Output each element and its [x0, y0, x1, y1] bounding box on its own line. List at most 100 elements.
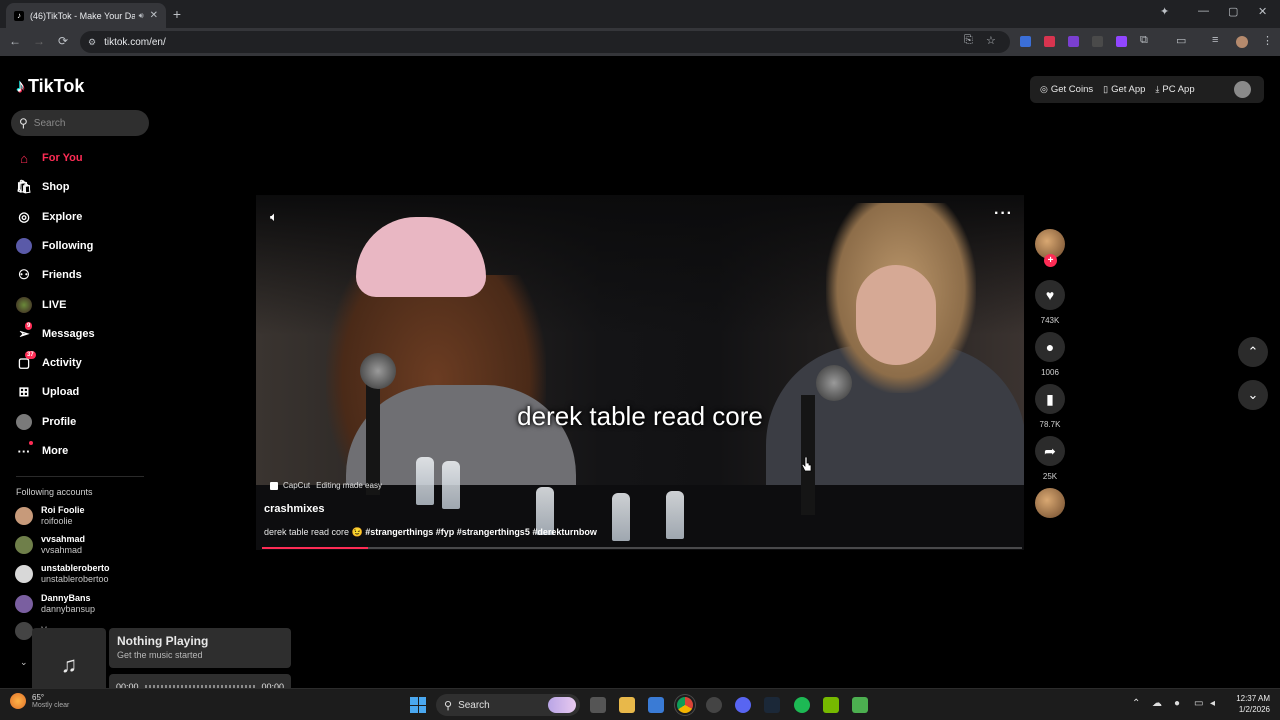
- share-icon: ➦: [1044, 442, 1056, 459]
- forward-button[interactable]: →: [32, 34, 46, 48]
- extensions-puzzle-icon[interactable]: ⧉: [1140, 34, 1148, 47]
- sidebar-item-friends[interactable]: ⚇ Friends: [16, 266, 82, 284]
- following-account[interactable]: unstableroberto unstablerobertoo: [15, 563, 110, 585]
- browser-menu-icon[interactable]: ⋮: [1262, 34, 1273, 47]
- music-widget-info[interactable]: Nothing Playing Get the music started: [109, 628, 291, 668]
- download-icon: ⤓: [1155, 84, 1160, 94]
- media-control-icon[interactable]: ≡: [1212, 34, 1218, 46]
- following-account[interactable]: vvsahmad vvsahmad: [15, 534, 85, 556]
- like-button[interactable]: ♥: [1035, 280, 1065, 310]
- account-avatar: [15, 594, 33, 613]
- chrome-icon[interactable]: [677, 697, 693, 713]
- windows-start-icon[interactable]: [410, 697, 426, 713]
- account-text: unstableroberto unstablerobertoo: [41, 563, 110, 585]
- sidebar-item-profile[interactable]: Profile: [16, 413, 76, 431]
- search-input[interactable]: ⚲ Search: [11, 110, 149, 136]
- sidepanel-icon[interactable]: ▭: [1176, 34, 1186, 47]
- sidebar-item-live[interactable]: LIVE: [16, 296, 66, 314]
- save-button[interactable]: ▮: [1035, 384, 1065, 414]
- video-player[interactable]: derek table read core 🔈︎ ··· CapCut Edit…: [256, 195, 1024, 550]
- pc-app-button[interactable]: ⤓ PC App: [1155, 84, 1194, 95]
- install-app-icon[interactable]: ⎘: [964, 34, 973, 47]
- account-handle: roifoolie: [41, 516, 73, 526]
- task-view-icon[interactable]: [590, 697, 606, 713]
- mic-icon[interactable]: ●: [1174, 698, 1180, 709]
- back-button[interactable]: ←: [8, 34, 22, 48]
- address-bar[interactable]: ⚙ tiktok.com/en/: [80, 31, 1010, 53]
- bag-icon: 🛍︎: [15, 179, 33, 195]
- maximize-button[interactable]: ▢: [1228, 5, 1238, 18]
- following-account[interactable]: DannyBans dannybansup: [15, 593, 95, 615]
- pc-app-label: PC App: [1162, 84, 1195, 95]
- sidebar-item-upload[interactable]: ⊞ Upload: [16, 383, 80, 401]
- spotify-icon[interactable]: [794, 697, 810, 713]
- account-handle: vvsahmad: [41, 545, 83, 556]
- sidebar-item-more[interactable]: ··· More: [16, 441, 68, 460]
- network-icon[interactable]: ▭: [1194, 698, 1203, 709]
- extension-3-icon[interactable]: [1068, 36, 1079, 47]
- file-explorer-icon[interactable]: [619, 697, 635, 713]
- weather-widget[interactable]: 65° Mostly clear: [10, 693, 69, 709]
- discord-icon[interactable]: [735, 697, 751, 713]
- top-right-actions: ◎ Get Coins ▯ Get App ⤓ PC App: [1030, 76, 1264, 103]
- volume-icon[interactable]: 🔈︎: [270, 209, 278, 225]
- sidebar-item-activity[interactable]: ▢ 37 Activity: [16, 351, 82, 372]
- video-more-icon[interactable]: ···: [994, 205, 1013, 223]
- more-dot-indicator: [29, 441, 33, 445]
- extension-1-icon[interactable]: [1020, 36, 1031, 47]
- twitch-extension-icon[interactable]: [1116, 36, 1127, 47]
- close-window-button[interactable]: ✕: [1258, 5, 1267, 18]
- extension-2-icon[interactable]: [1044, 36, 1055, 47]
- next-video-button[interactable]: ⌄: [1238, 380, 1268, 410]
- app-icon[interactable]: [706, 697, 722, 713]
- tab-audio-icon[interactable]: 🔊︎: [139, 11, 144, 21]
- site-info-icon[interactable]: ⚙: [88, 37, 96, 48]
- taskbar-clock[interactable]: 12:37 AM 1/2/2026: [1222, 693, 1270, 715]
- following-account[interactable]: Roi Foolie roifoolie: [15, 505, 85, 527]
- follow-plus-icon[interactable]: +: [1044, 254, 1057, 267]
- video-progress-fill: [262, 547, 369, 549]
- sidebar-item-messages[interactable]: ➢ 9 Messages: [16, 321, 95, 343]
- video-bottle: [666, 491, 684, 539]
- store-icon[interactable]: [648, 697, 664, 713]
- new-tab-button[interactable]: +: [170, 6, 184, 22]
- sidebar-item-for-you[interactable]: ⌂ For You: [16, 149, 83, 167]
- share-button[interactable]: ➦: [1035, 436, 1065, 466]
- tab-close-icon[interactable]: ✕: [150, 10, 158, 21]
- sidebar-item-shop[interactable]: 🛍︎ Shop: [16, 178, 70, 196]
- browser-toolbar: ← → ⟳ ⚙ tiktok.com/en/ ⎘ ☆ ⧉ ▭ ≡ ⋮: [0, 28, 1280, 56]
- browser-tab[interactable]: ♪ (46)TikTok - Make Your Day 🔊︎ ✕: [6, 3, 166, 28]
- bookmark-icon: ▮: [1046, 390, 1054, 407]
- video-progress-bar[interactable]: [262, 547, 1022, 549]
- previous-video-button[interactable]: ⌃: [1238, 337, 1268, 367]
- tiktok-logo[interactable]: ♪ TikTok: [16, 76, 84, 97]
- nvidia-icon[interactable]: [823, 697, 839, 713]
- browser-profile-avatar[interactable]: [1236, 36, 1248, 48]
- comment-button[interactable]: ●: [1035, 332, 1065, 362]
- taskbar-search[interactable]: ⚲ Search: [436, 694, 580, 716]
- video-mic-left: [360, 353, 396, 389]
- minimize-button[interactable]: —: [1198, 5, 1209, 17]
- capcut-tag[interactable]: CapCut Editing made easy: [270, 481, 382, 490]
- sidebar-item-following[interactable]: Following: [16, 237, 93, 255]
- get-app-label: Get App: [1111, 84, 1146, 95]
- tray-overflow-chevron-icon[interactable]: ⌃: [1132, 698, 1140, 709]
- get-app-button[interactable]: ▯ Get App: [1103, 84, 1145, 95]
- speaker-icon[interactable]: ◂: [1210, 698, 1215, 709]
- profile-avatar[interactable]: [1234, 81, 1251, 98]
- get-coins-button[interactable]: ◎ Get Coins: [1040, 84, 1093, 95]
- minecraft-icon[interactable]: [852, 697, 868, 713]
- reload-button[interactable]: ⟳: [56, 34, 70, 48]
- bookmark-star-icon[interactable]: ☆: [986, 34, 996, 47]
- steam-icon[interactable]: [764, 697, 780, 713]
- onedrive-icon[interactable]: ☁: [1152, 698, 1162, 709]
- video-author[interactable]: crashmixes: [264, 503, 325, 515]
- sound-disc-avatar[interactable]: [1035, 488, 1065, 518]
- extension-4-icon[interactable]: [1092, 36, 1103, 47]
- see-more-chevron-icon[interactable]: ⌄: [20, 657, 28, 668]
- description-hashtags[interactable]: #strangerthings #fyp #strangerthings5 #d…: [365, 527, 597, 537]
- taskbar-search-label: Search: [458, 699, 490, 711]
- gemini-icon[interactable]: ✦: [1160, 5, 1169, 18]
- sidebar-item-explore[interactable]: ◎ Explore: [16, 208, 82, 226]
- sidebar-item-label: For You: [42, 152, 83, 164]
